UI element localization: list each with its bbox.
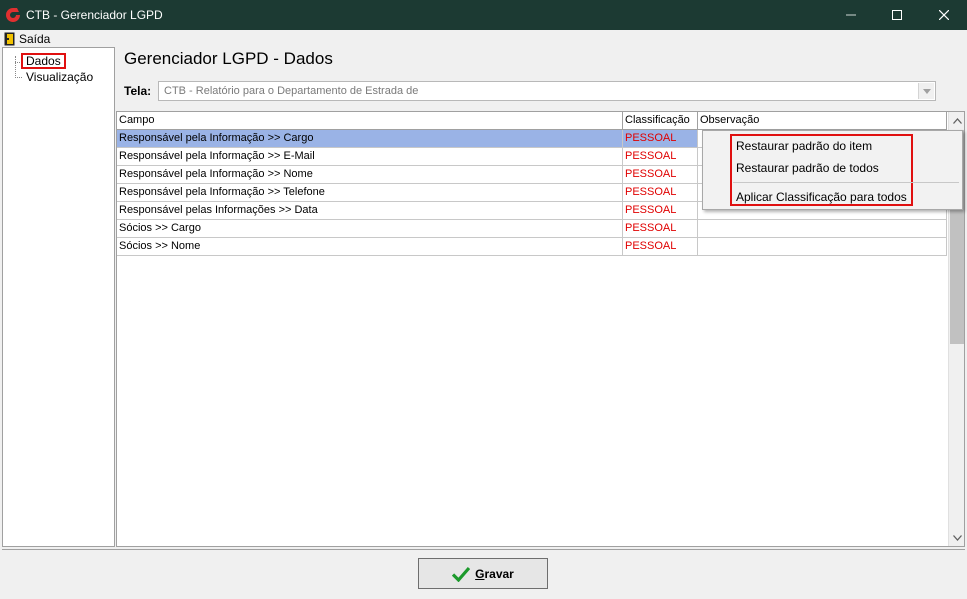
tree-item-dados[interactable]: Dados	[21, 53, 66, 69]
maximize-button[interactable]	[874, 0, 920, 30]
app-logo-icon	[6, 8, 20, 22]
scroll-down-icon	[953, 534, 962, 541]
save-button[interactable]: Gravar	[418, 558, 548, 589]
save-button-label-rest: ravar	[484, 566, 514, 581]
close-button[interactable]	[921, 0, 967, 30]
cell-classificacao[interactable]: PESSOAL	[623, 148, 698, 166]
cell-campo[interactable]: Responsável pela Informação >> Nome	[117, 166, 623, 184]
footer-divider	[2, 549, 965, 550]
menu-separator	[733, 182, 959, 183]
menu-item-restore-item[interactable]: Restaurar padrão do item	[736, 139, 872, 153]
cell-classificacao[interactable]: PESSOAL	[623, 220, 698, 238]
tela-select[interactable]: CTB - Relatório para o Departamento de E…	[158, 81, 936, 101]
dropdown-arrow-icon	[922, 88, 931, 94]
scroll-down-button[interactable]	[949, 529, 964, 546]
grid-header: Campo Classificação Observação	[117, 112, 947, 130]
menu-item-restore-all[interactable]: Restaurar padrão de todos	[736, 161, 879, 175]
cell-observacao[interactable]	[698, 220, 947, 238]
cell-campo[interactable]: Sócios >> Cargo	[117, 220, 623, 238]
title-bar: CTB - Gerenciador LGPD	[0, 0, 967, 30]
cell-observacao[interactable]	[698, 238, 947, 256]
maximize-icon	[892, 10, 902, 20]
cell-classificacao[interactable]: PESSOAL	[623, 130, 698, 148]
tree-item-visualizacao[interactable]: Visualização	[26, 70, 93, 84]
column-header-campo[interactable]: Campo	[117, 112, 623, 129]
column-header-observacao[interactable]: Observação	[698, 112, 947, 129]
cell-campo[interactable]: Responsável pela Informação >> Cargo	[117, 130, 623, 148]
tree-connector	[15, 56, 16, 78]
minimize-button[interactable]	[828, 0, 874, 30]
menu-item-apply-classification-all[interactable]: Aplicar Classificação para todos	[736, 190, 907, 204]
exit-door-icon	[4, 32, 15, 45]
column-header-classificacao[interactable]: Classificação	[623, 112, 698, 129]
table-row[interactable]: Sócios >> Cargo PESSOAL	[117, 220, 947, 238]
page-title: Gerenciador LGPD - Dados	[124, 49, 333, 68]
cell-classificacao[interactable]: PESSOAL	[623, 202, 698, 220]
exit-label: Saída	[19, 31, 51, 46]
cell-campo[interactable]: Responsável pela Informação >> E-Mail	[117, 148, 623, 166]
menu-bar: Saída	[0, 30, 967, 47]
cell-campo[interactable]: Responsável pelas Informações >> Data	[117, 202, 623, 220]
tree-connector	[15, 77, 22, 78]
save-button-label: Gravar	[475, 567, 514, 581]
scroll-up-button[interactable]	[949, 112, 964, 129]
scroll-up-icon	[953, 117, 962, 124]
tela-dropdown-button[interactable]	[918, 83, 934, 99]
cell-classificacao[interactable]: PESSOAL	[623, 184, 698, 202]
window-title: CTB - Gerenciador LGPD	[26, 8, 163, 22]
tela-select-value: CTB - Relatório para o Departamento de E…	[164, 85, 419, 97]
minimize-icon	[846, 14, 856, 16]
exit-menu-item[interactable]: Saída	[4, 30, 50, 47]
checkmark-icon	[452, 566, 471, 582]
cell-classificacao[interactable]: PESSOAL	[623, 166, 698, 184]
navigation-tree: Dados Visualização	[2, 47, 115, 547]
table-row[interactable]: Sócios >> Nome PESSOAL	[117, 238, 947, 256]
cell-campo[interactable]: Sócios >> Nome	[117, 238, 623, 256]
cell-campo[interactable]: Responsável pela Informação >> Telefone	[117, 184, 623, 202]
context-menu: Restaurar padrão do item Restaurar padrã…	[702, 130, 963, 210]
tela-label: Tela:	[124, 84, 152, 98]
cell-classificacao[interactable]: PESSOAL	[623, 238, 698, 256]
close-icon	[939, 10, 949, 20]
